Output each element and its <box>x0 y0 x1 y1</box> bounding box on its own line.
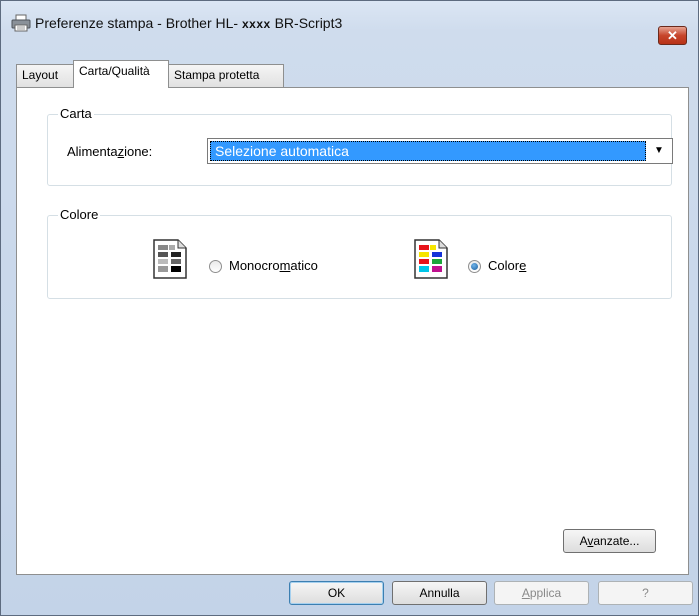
color-document-icon <box>414 239 448 279</box>
paper-source-value: Selezione automatica <box>210 141 646 161</box>
paper-source-select[interactable]: Selezione automatica ▼ <box>207 138 673 164</box>
title-bar: Preferenze stampa - Brother HL- xxxx BR-… <box>1 1 698 45</box>
monochrome-label-accel: m <box>279 258 291 273</box>
monochrome-radio[interactable] <box>209 260 222 273</box>
advanced-button[interactable]: Avanzate... <box>563 529 656 553</box>
close-icon: ✕ <box>667 28 678 43</box>
chevron-down-icon[interactable]: ▼ <box>648 141 670 161</box>
apply-button[interactable]: Applica <box>494 581 589 605</box>
title-suffix: BR-Script3 <box>274 15 343 31</box>
color-label-pre: Color <box>488 258 520 273</box>
help-button[interactable]: ? <box>598 581 693 605</box>
colore-group-label: Colore <box>58 207 101 222</box>
monochrome-label[interactable]: Monocromatico <box>229 258 318 273</box>
monochrome-document-icon <box>153 239 187 279</box>
cancel-label: Annulla <box>419 586 460 600</box>
monochrome-label-post: atico <box>290 258 318 273</box>
monochrome-label-pre: Monocro <box>229 258 280 273</box>
printer-icon <box>11 14 31 32</box>
source-label-pre: Alimenta <box>67 144 118 159</box>
tab-panel: Carta Alimentazione: Selezione automatic… <box>16 87 689 575</box>
title-prefix: Preferenze stampa - Brother HL- <box>35 15 239 31</box>
colore-group: Colore <box>47 207 672 299</box>
apply-label-accel: A <box>521 586 530 600</box>
color-label[interactable]: Colore <box>488 258 526 273</box>
cancel-button[interactable]: Annulla <box>392 581 487 605</box>
ok-button[interactable]: OK <box>289 581 384 605</box>
source-label-post: ione: <box>124 144 153 159</box>
tab-stampa-protetta-label: Stampa protetta <box>174 68 260 82</box>
source-label: Alimentazione: <box>67 144 152 159</box>
tab-layout[interactable]: Layout <box>16 64 74 87</box>
ok-label: OK <box>327 586 346 600</box>
advanced-label-post: anzate... <box>593 534 640 548</box>
apply-label-post: pplica <box>529 586 562 600</box>
tab-carta-qualita[interactable]: Carta/Qualità <box>73 60 169 88</box>
help-label: ? <box>642 586 649 600</box>
carta-group-label: Carta <box>58 106 94 121</box>
window-title: Preferenze stampa - Brother HL- xxxx BR-… <box>35 15 342 31</box>
color-radio[interactable] <box>468 260 481 273</box>
print-preferences-dialog: Preferenze stampa - Brother HL- xxxx BR-… <box>0 0 699 616</box>
tab-carta-qualita-label: Carta/Qualità <box>79 64 150 78</box>
tab-layout-label: Layout <box>22 68 59 82</box>
close-button[interactable]: ✕ <box>658 26 687 45</box>
color-label-accel: e <box>519 258 527 273</box>
tab-stampa-protetta[interactable]: Stampa protetta <box>168 64 284 87</box>
title-model: xxxx <box>241 17 271 31</box>
